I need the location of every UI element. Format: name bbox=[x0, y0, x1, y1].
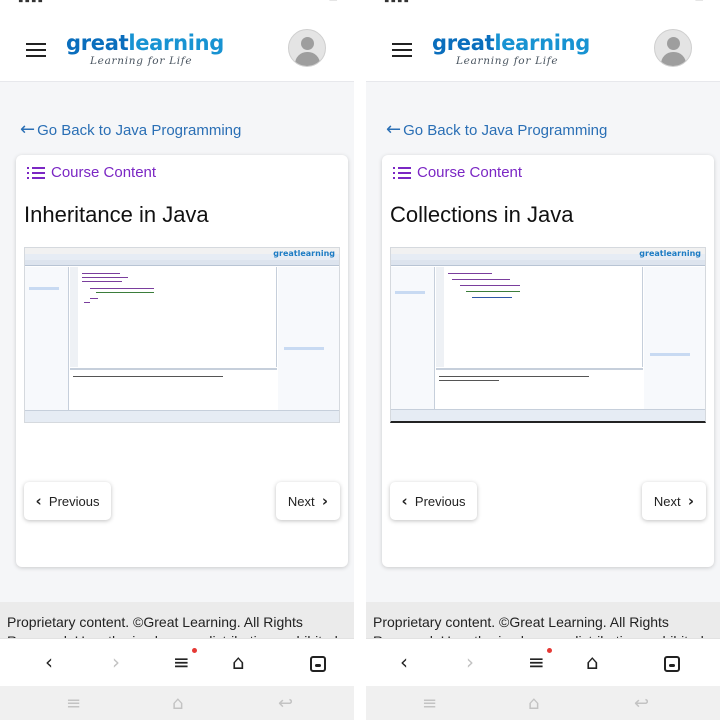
system-home-icon[interactable]: ⌂ bbox=[528, 693, 539, 714]
list-icon bbox=[393, 166, 411, 180]
phone-screen-collections: ▮▮▮▮ ▭ greatlearning Learning for Life ←… bbox=[366, 0, 720, 720]
status-bar: ▮▮▮▮ ▭ bbox=[366, 0, 720, 12]
lesson-card: Course Content Collections in Java great… bbox=[382, 155, 714, 567]
video-screenshot[interactable]: greatlearning bbox=[24, 247, 340, 423]
home-icon[interactable]: ⌂ bbox=[586, 651, 599, 673]
system-back-icon[interactable]: ↩ bbox=[278, 693, 293, 714]
recent-apps-icon[interactable]: ≡ bbox=[422, 693, 437, 714]
app-header: greatlearning Learning for Life bbox=[366, 12, 720, 82]
app-header: greatlearning Learning for Life bbox=[0, 12, 354, 82]
go-back-label: Go Back to Java Programming bbox=[403, 122, 608, 139]
go-back-link[interactable]: ← Go Back to Java Programming bbox=[386, 119, 607, 140]
next-button[interactable]: Next › bbox=[642, 482, 706, 520]
recent-apps-icon[interactable]: ≡ bbox=[66, 693, 81, 714]
back-arrow-icon: ← bbox=[386, 119, 402, 140]
lesson-title: Collections in Java bbox=[390, 202, 574, 227]
battery-icon: ▭ bbox=[695, 0, 704, 4]
forward-nav-icon[interactable]: › bbox=[466, 651, 474, 673]
tabs-icon[interactable] bbox=[310, 654, 326, 676]
browser-nav-bar: ‹ › ≡ ⌂ bbox=[366, 638, 720, 686]
course-content-button[interactable]: Course Content bbox=[27, 164, 156, 181]
chevron-right-icon: › bbox=[687, 492, 695, 510]
status-bar: ▮▮▮▮ ▭ bbox=[0, 0, 354, 12]
lesson-title: Inheritance in Java bbox=[24, 202, 209, 227]
back-nav-icon[interactable]: ‹ bbox=[45, 651, 53, 673]
go-back-link[interactable]: ← Go Back to Java Programming bbox=[20, 119, 241, 140]
browser-nav-bar: ‹ › ≡ ⌂ bbox=[0, 638, 354, 686]
menu-icon[interactable]: ≡ bbox=[528, 648, 552, 673]
console-pane bbox=[436, 368, 643, 409]
page-footer: Proprietary content. ©Great Learning. Al… bbox=[0, 602, 354, 642]
system-home-icon[interactable]: ⌂ bbox=[172, 693, 183, 714]
previous-button[interactable]: ‹ Previous bbox=[390, 482, 477, 520]
course-content-label: Course Content bbox=[51, 164, 157, 181]
greatlearning-logo[interactable]: greatlearning Learning for Life bbox=[66, 31, 224, 67]
tabs-icon[interactable] bbox=[664, 654, 680, 676]
code-editor-pane bbox=[70, 267, 277, 367]
chevron-left-icon: ‹ bbox=[35, 492, 42, 510]
signal-icon: ▮▮▮▮ bbox=[384, 0, 410, 4]
course-content-button[interactable]: Course Content bbox=[393, 164, 522, 181]
back-arrow-icon: ← bbox=[20, 119, 36, 140]
chevron-right-icon: › bbox=[321, 492, 329, 510]
next-label: Next bbox=[653, 493, 681, 509]
home-icon[interactable]: ⌂ bbox=[232, 651, 245, 673]
outline-pane bbox=[278, 267, 339, 410]
brand-watermark: greatlearning bbox=[273, 249, 335, 258]
hamburger-icon[interactable] bbox=[392, 43, 412, 57]
outline-pane bbox=[644, 267, 705, 409]
avatar-icon[interactable] bbox=[288, 29, 326, 67]
battery-icon: ▭ bbox=[329, 0, 338, 4]
phone-screen-inheritance: ▮▮▮▮ ▭ greatlearning Learning for Life ←… bbox=[0, 0, 354, 720]
go-back-label: Go Back to Java Programming bbox=[37, 122, 242, 139]
next-label: Next bbox=[287, 493, 315, 509]
package-explorer-pane bbox=[25, 267, 69, 410]
video-screenshot[interactable]: greatlearning bbox=[390, 247, 706, 423]
previous-label: Previous bbox=[414, 493, 466, 509]
hamburger-icon[interactable] bbox=[26, 43, 46, 57]
greatlearning-logo[interactable]: greatlearning Learning for Life bbox=[432, 31, 590, 67]
menu-icon[interactable]: ≡ bbox=[173, 648, 197, 673]
system-nav-bar: ≡ ⌂ ↩ bbox=[0, 686, 354, 720]
previous-button[interactable]: ‹ Previous bbox=[24, 482, 111, 520]
lesson-card: Course Content Inheritance in Java great… bbox=[16, 155, 348, 567]
console-pane bbox=[70, 368, 277, 410]
course-content-label: Course Content bbox=[417, 164, 523, 181]
page-footer: Proprietary content. ©Great Learning. Al… bbox=[366, 602, 720, 642]
split-screenshot: ▮▮▮▮ ▭ greatlearning Learning for Life ←… bbox=[0, 0, 720, 720]
system-nav-bar: ≡ ⌂ ↩ bbox=[366, 686, 720, 720]
system-back-icon[interactable]: ↩ bbox=[634, 693, 649, 714]
brand-watermark: greatlearning bbox=[639, 249, 701, 258]
package-explorer-pane bbox=[391, 267, 435, 409]
list-icon bbox=[27, 166, 45, 180]
chevron-left-icon: ‹ bbox=[401, 492, 408, 510]
back-nav-icon[interactable]: ‹ bbox=[400, 651, 408, 673]
avatar-icon[interactable] bbox=[654, 29, 692, 67]
previous-label: Previous bbox=[48, 493, 100, 509]
code-editor-pane bbox=[436, 267, 643, 367]
next-button[interactable]: Next › bbox=[276, 482, 340, 520]
signal-icon: ▮▮▮▮ bbox=[18, 0, 44, 4]
forward-nav-icon[interactable]: › bbox=[112, 651, 120, 673]
